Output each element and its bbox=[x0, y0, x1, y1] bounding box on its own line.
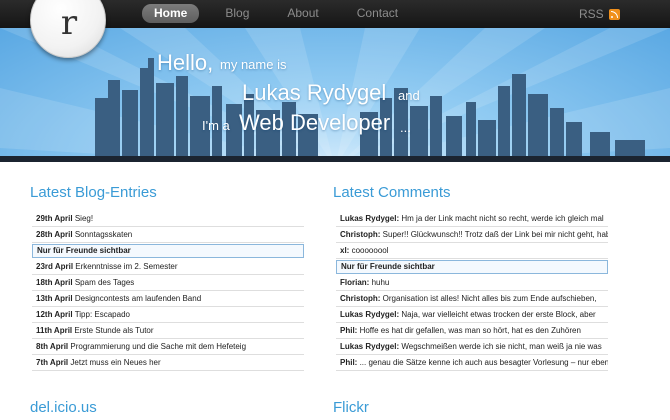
nav-about[interactable]: About bbox=[275, 4, 330, 23]
hero-my-name-is: my name is bbox=[220, 57, 287, 72]
entry-title: Erkenntnisse im 2. Semester bbox=[75, 262, 178, 271]
entry-title: Spam des Tages bbox=[74, 278, 135, 287]
comment-text: Naja, war vielleicht etwas trocken der e… bbox=[401, 310, 596, 319]
hero-name: Lukas Rydygel bbox=[242, 80, 387, 105]
entry-date: 8th April bbox=[36, 342, 69, 351]
blog-entry-private[interactable]: Nur für Freunde sichtbar bbox=[32, 244, 304, 258]
comment-author: Christoph: bbox=[340, 294, 381, 303]
nav-blog[interactable]: Blog bbox=[213, 4, 261, 23]
entry-date: 11th April bbox=[36, 326, 73, 335]
comment-text: Super!! Glückwunsch!! Trotz daß der Link… bbox=[382, 230, 608, 239]
comment-author: Lukas Rydygel: bbox=[340, 342, 400, 351]
blog-entry[interactable]: 28th April Sonntagsskaten bbox=[32, 227, 304, 243]
comment-text: Wegschmeißen werde ich sie nicht, man we… bbox=[401, 342, 602, 351]
comment-author: Christoph: bbox=[340, 230, 381, 239]
comment-item[interactable]: Lukas Rydygel: Naja, war vielleicht etwa… bbox=[336, 307, 608, 323]
entry-date: 7th April bbox=[36, 358, 69, 367]
blog-entry[interactable]: 12th April Tipp: Escapado bbox=[32, 307, 304, 323]
entry-title: Sieg! bbox=[74, 214, 94, 223]
comment-item[interactable]: Lukas Rydygel: Wegschmeißen werde ich si… bbox=[336, 339, 608, 355]
blog-entries-list: 29th April Sieg! 28th April Sonntagsskat… bbox=[32, 211, 304, 371]
rss-icon bbox=[608, 8, 620, 20]
comment-author: Phil: bbox=[340, 358, 358, 367]
rss-link[interactable]: RSS bbox=[579, 7, 620, 21]
rss-label: RSS bbox=[579, 7, 604, 21]
entry-title: Erste Stunde als Tutor bbox=[74, 326, 154, 335]
entry-date: 12th April bbox=[36, 310, 73, 319]
entry-date: 29th April bbox=[36, 214, 73, 223]
comment-text: Nur für Freunde sichtbar bbox=[341, 262, 435, 271]
blog-section-title: Latest Blog-Entries bbox=[30, 184, 157, 201]
entry-date: 13th April bbox=[36, 294, 73, 303]
flickr-section-title: Flickr bbox=[333, 399, 369, 416]
hero-ellipsis: ... bbox=[400, 120, 411, 135]
blog-entry[interactable]: 11th April Erste Stunde als Tutor bbox=[32, 323, 304, 339]
entry-title: Programmierung und die Sache mit dem Hef… bbox=[70, 342, 247, 351]
comment-item-private[interactable]: Nur für Freunde sichtbar bbox=[336, 260, 608, 274]
blog-entry[interactable]: 8th April Programmierung und die Sache m… bbox=[32, 339, 304, 355]
hero-hello: Hello, bbox=[157, 50, 214, 75]
comment-item[interactable]: Florian: huhu bbox=[336, 275, 608, 291]
comment-text: coooooool bbox=[351, 246, 389, 255]
blog-entry[interactable]: 23rd April Erkenntnisse im 2. Semester bbox=[32, 259, 304, 275]
comments-list: Lukas Rydygel: Hm ja der Link macht nich… bbox=[336, 211, 608, 371]
blog-entry[interactable]: 29th April Sieg! bbox=[32, 211, 304, 227]
comment-item[interactable]: Christoph: Organisation ist alles! Nicht… bbox=[336, 291, 608, 307]
comment-item[interactable]: xl: coooooool bbox=[336, 243, 608, 259]
comment-item[interactable]: Lukas Rydygel: Hm ja der Link macht nich… bbox=[336, 211, 608, 227]
comment-text: Hoffe es hat dir gefallen, was man so hö… bbox=[359, 326, 581, 335]
logo-letter: r bbox=[60, 3, 78, 43]
entry-title: Sonntagsskaten bbox=[74, 230, 133, 239]
hero-im-a: I'm a bbox=[202, 118, 230, 133]
comment-text: huhu bbox=[371, 278, 390, 287]
hero-and: and bbox=[398, 88, 420, 103]
blog-entry[interactable]: 18th April Spam des Tages bbox=[32, 275, 304, 291]
nav-contact[interactable]: Contact bbox=[345, 4, 410, 23]
comment-author: Lukas Rydygel: bbox=[340, 214, 400, 223]
comment-item[interactable]: Phil: Hoffe es hat dir gefallen, was man… bbox=[336, 323, 608, 339]
comment-text: ... genau die Sätze kenne ich auch aus b… bbox=[359, 358, 608, 367]
delicious-section-title: del.icio.us bbox=[30, 399, 97, 416]
hero-bottom-band bbox=[0, 156, 670, 162]
comment-author: xl: bbox=[340, 246, 350, 255]
entry-title: Nur für Freunde sichtbar bbox=[37, 246, 131, 255]
entry-title: Tipp: Escapado bbox=[74, 310, 130, 319]
blog-entry[interactable]: 7th April Jetzt muss ein Neues her bbox=[32, 355, 304, 371]
entry-title: Jetzt muss ein Neues her bbox=[70, 358, 161, 367]
comments-section-title: Latest Comments bbox=[333, 184, 451, 201]
comment-item[interactable]: Phil: ... genau die Sätze kenne ich auch… bbox=[336, 355, 608, 371]
entry-date: 28th April bbox=[36, 230, 73, 239]
comment-text: Organisation ist alles! Nicht alles bis … bbox=[382, 294, 597, 303]
nav-home[interactable]: Home bbox=[142, 4, 200, 23]
comment-author: Lukas Rydygel: bbox=[340, 310, 400, 319]
entry-date: 18th April bbox=[36, 278, 73, 287]
comment-author: Florian: bbox=[340, 278, 370, 287]
comment-text: Hm ja der Link macht nicht so recht, wer… bbox=[401, 214, 604, 223]
main-nav: Home Blog About Contact bbox=[142, 4, 424, 23]
entry-title: Designcontests am laufenden Band bbox=[74, 294, 202, 303]
comment-author: Phil: bbox=[340, 326, 358, 335]
hero-banner: Hello, my name is Lukas Rydygel and I'm … bbox=[0, 28, 670, 160]
entry-date: 23rd April bbox=[36, 262, 74, 271]
hero-web-developer: Web Developer bbox=[239, 110, 391, 135]
comment-item[interactable]: Christoph: Super!! Glückwunsch!! Trotz d… bbox=[336, 227, 608, 243]
blog-entry[interactable]: 13th April Designcontests am laufenden B… bbox=[32, 291, 304, 307]
